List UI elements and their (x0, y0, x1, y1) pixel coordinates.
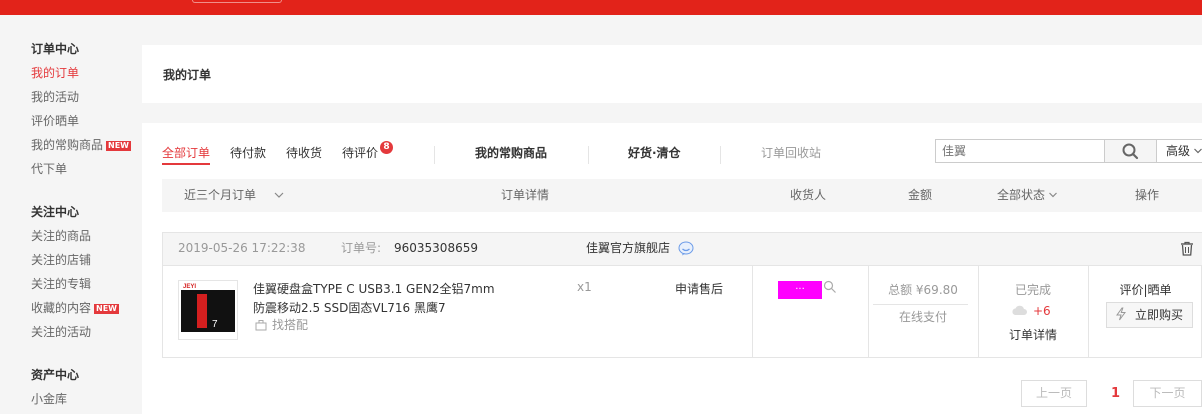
column-divider (1088, 265, 1089, 358)
sidebar-item-label: 收藏的内容 (31, 301, 92, 315)
column-header-order-detail: 订单详情 (501, 188, 550, 202)
product-image: JEYI 7 (179, 281, 237, 339)
time-range-filter[interactable]: 近三个月订单 (184, 179, 284, 212)
advanced-search-button[interactable]: 高级 (1157, 139, 1202, 163)
product-quantity: x1 (577, 280, 592, 294)
sidebar-group-title: 关注中心 (31, 205, 80, 219)
tab-divider (588, 146, 589, 164)
shop-name-link[interactable]: 佳翼官方旗舰店 (586, 233, 670, 265)
prev-page-button[interactable]: 上一页 (1021, 380, 1087, 407)
sidebar-item-my-orders[interactable]: 我的订单 (31, 61, 131, 85)
points-earned: +6 (1011, 304, 1051, 318)
match-icon (255, 320, 267, 331)
order-number-label: 订单号: (341, 241, 382, 255)
order-total: 总额 ¥69.80 (888, 283, 958, 297)
sidebar-group-orders: 订单中心 我的订单 我的活动 评价晒单 我的常购商品 NEW 代下单 (31, 37, 131, 181)
cloud-icon (1012, 305, 1027, 315)
order-header: 2019-05-26 17:22:38 订单号: 96035308659 佳翼官… (163, 233, 1202, 266)
tab-all-orders[interactable]: 全部订单 (162, 141, 211, 165)
order-detail-link[interactable]: 订单详情 (978, 326, 1088, 343)
new-badge: NEW (94, 304, 119, 314)
page-title-panel: 我的订单 (142, 45, 1202, 103)
top-bar-tab[interactable] (192, 0, 282, 3)
status-filter[interactable]: 全部状态 (997, 179, 1057, 212)
tab-frequent-goods[interactable]: 我的常购商品 (475, 141, 547, 163)
chevron-down-icon (274, 192, 284, 198)
sidebar-item-my-activities[interactable]: 我的活动 (31, 85, 131, 109)
new-badge: NEW (106, 141, 131, 151)
sidebar: 订单中心 我的订单 我的活动 评价晒单 我的常购商品 NEW 代下单 关注中心 关… (0, 15, 142, 414)
amount-divider (873, 304, 968, 305)
order-card: 2019-05-26 17:22:38 订单号: 96035308659 佳翼官… (162, 232, 1202, 358)
find-match-label: 找搭配 (272, 318, 309, 332)
time-range-label: 近三个月订单 (184, 188, 257, 202)
column-divider (752, 265, 753, 358)
sidebar-item-frequent-goods[interactable]: 我的常购商品 NEW (31, 133, 131, 157)
chat-bubble-icon[interactable] (678, 241, 694, 256)
apply-after-sale-link[interactable]: 申请售后 (675, 280, 723, 297)
order-datetime: 2019-05-26 17:22:38 (178, 241, 306, 255)
product-image-model: 7 (212, 319, 218, 330)
buy-again-label: 立即购买 (1135, 308, 1184, 322)
product-thumbnail[interactable]: JEYI 7 (178, 280, 238, 340)
tab-pending-payment[interactable]: 待付款 (230, 141, 266, 163)
column-header-amount: 金额 (908, 188, 933, 202)
sidebar-item-proxy-order[interactable]: 代下单 (31, 157, 131, 181)
sidebar-item-vault[interactable]: 小金库 (31, 387, 79, 411)
trash-icon[interactable] (1180, 241, 1194, 256)
tab-pending-review[interactable]: 待评价 (342, 141, 378, 163)
search-button[interactable] (1105, 139, 1157, 163)
tab-order-recycle-bin[interactable]: 订单回收站 (761, 141, 821, 163)
orders-panel: 全部订单 待付款 待收货 待评价 8 我的常购商品 好货·清仓 订单回收站 高级… (142, 123, 1202, 414)
lightning-icon (1116, 307, 1126, 321)
sidebar-item-favorites[interactable]: 收藏的内容 NEW (31, 296, 119, 320)
tab-pending-receipt[interactable]: 待收货 (286, 141, 322, 163)
search-icon[interactable] (823, 280, 837, 294)
sidebar-group-title: 资产中心 (31, 368, 80, 382)
next-page-button[interactable]: 下一页 (1133, 380, 1202, 407)
sidebar-item-followed-albums[interactable]: 关注的专辑 (31, 272, 119, 296)
find-match-link[interactable]: 找搭配 (255, 316, 308, 333)
sidebar-group-follow: 关注中心 关注的商品 关注的店铺 关注的专辑 收藏的内容 NEW 关注的活动 (31, 200, 119, 344)
order-status: 已完成 (1014, 283, 1051, 297)
tab-good-clearance[interactable]: 好货·清仓 (628, 141, 681, 163)
order-search-input[interactable] (936, 140, 1108, 162)
pending-review-count-badge: 8 (380, 141, 393, 154)
review-link[interactable]: 评价|晒单 (1088, 281, 1202, 298)
product-image-brand: JEYI (183, 284, 196, 290)
chevron-down-icon (1193, 148, 1202, 154)
sidebar-item-followed-events[interactable]: 关注的活动 (31, 320, 119, 344)
tab-divider (720, 146, 721, 164)
sidebar-group-title: 订单中心 (31, 42, 80, 56)
receiver-name[interactable]: ··· (778, 281, 822, 299)
column-header-action: 操作 (1135, 188, 1160, 202)
advanced-search-label: 高级 (1166, 144, 1191, 158)
order-number: 96035308659 (394, 241, 478, 255)
status-filter-label: 全部状态 (997, 188, 1046, 202)
payment-type: 在线支付 (898, 310, 947, 324)
top-navigation-bar (0, 0, 1202, 15)
tab-divider (434, 146, 435, 164)
chevron-down-icon (1048, 192, 1057, 198)
sidebar-item-reviews[interactable]: 评价晒单 (31, 109, 131, 133)
sidebar-group-assets: 资产中心 小金库 (31, 363, 79, 411)
page-title: 我的订单 (163, 68, 212, 82)
buy-again-button[interactable]: 立即购买 (1106, 302, 1193, 328)
order-search-box (935, 139, 1108, 163)
column-header-receiver: 收货人 (790, 188, 827, 202)
sidebar-item-label: 我的常购商品 (31, 138, 104, 152)
column-divider (978, 265, 979, 358)
sidebar-item-followed-shops[interactable]: 关注的店铺 (31, 248, 119, 272)
orders-table-header: 近三个月订单 订单详情 收货人 金额 全部状态 操作 (162, 179, 1202, 212)
sidebar-item-followed-products[interactable]: 关注的商品 (31, 224, 119, 248)
current-page-number[interactable]: 1 (1111, 380, 1120, 407)
search-icon (1122, 143, 1139, 160)
points-value: +6 (1033, 304, 1051, 318)
product-name-link[interactable]: 佳翼硬盘盒TYPE C USB3.1 GEN2全铝7mm防震移动2.5 SSD固… (253, 280, 503, 318)
